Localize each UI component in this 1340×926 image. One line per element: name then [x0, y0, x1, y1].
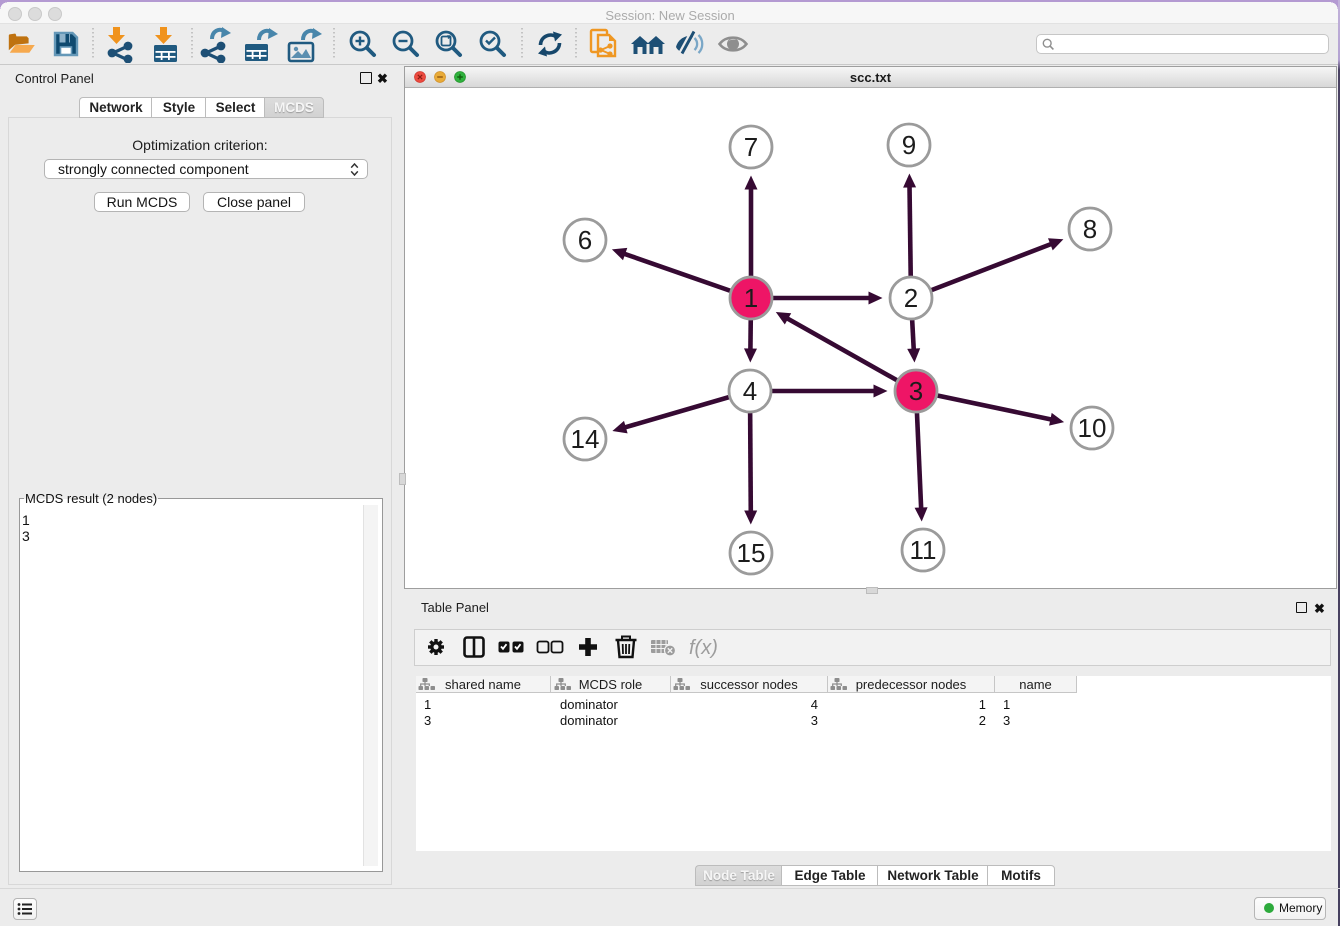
svg-text:8: 8 — [1083, 214, 1097, 244]
svg-text:14: 14 — [571, 424, 600, 454]
svg-text:6: 6 — [578, 225, 592, 255]
svg-text:f(x): f(x) — [689, 637, 718, 659]
svg-text:11: 11 — [910, 535, 937, 565]
svg-text:1: 1 — [744, 283, 758, 313]
svg-text:15: 15 — [737, 538, 766, 568]
svg-text:7: 7 — [744, 132, 758, 162]
svg-text:4: 4 — [743, 376, 757, 406]
svg-text:2: 2 — [904, 283, 918, 313]
svg-text:9: 9 — [902, 130, 916, 160]
svg-text:3: 3 — [909, 376, 923, 406]
svg-text:10: 10 — [1078, 413, 1107, 443]
